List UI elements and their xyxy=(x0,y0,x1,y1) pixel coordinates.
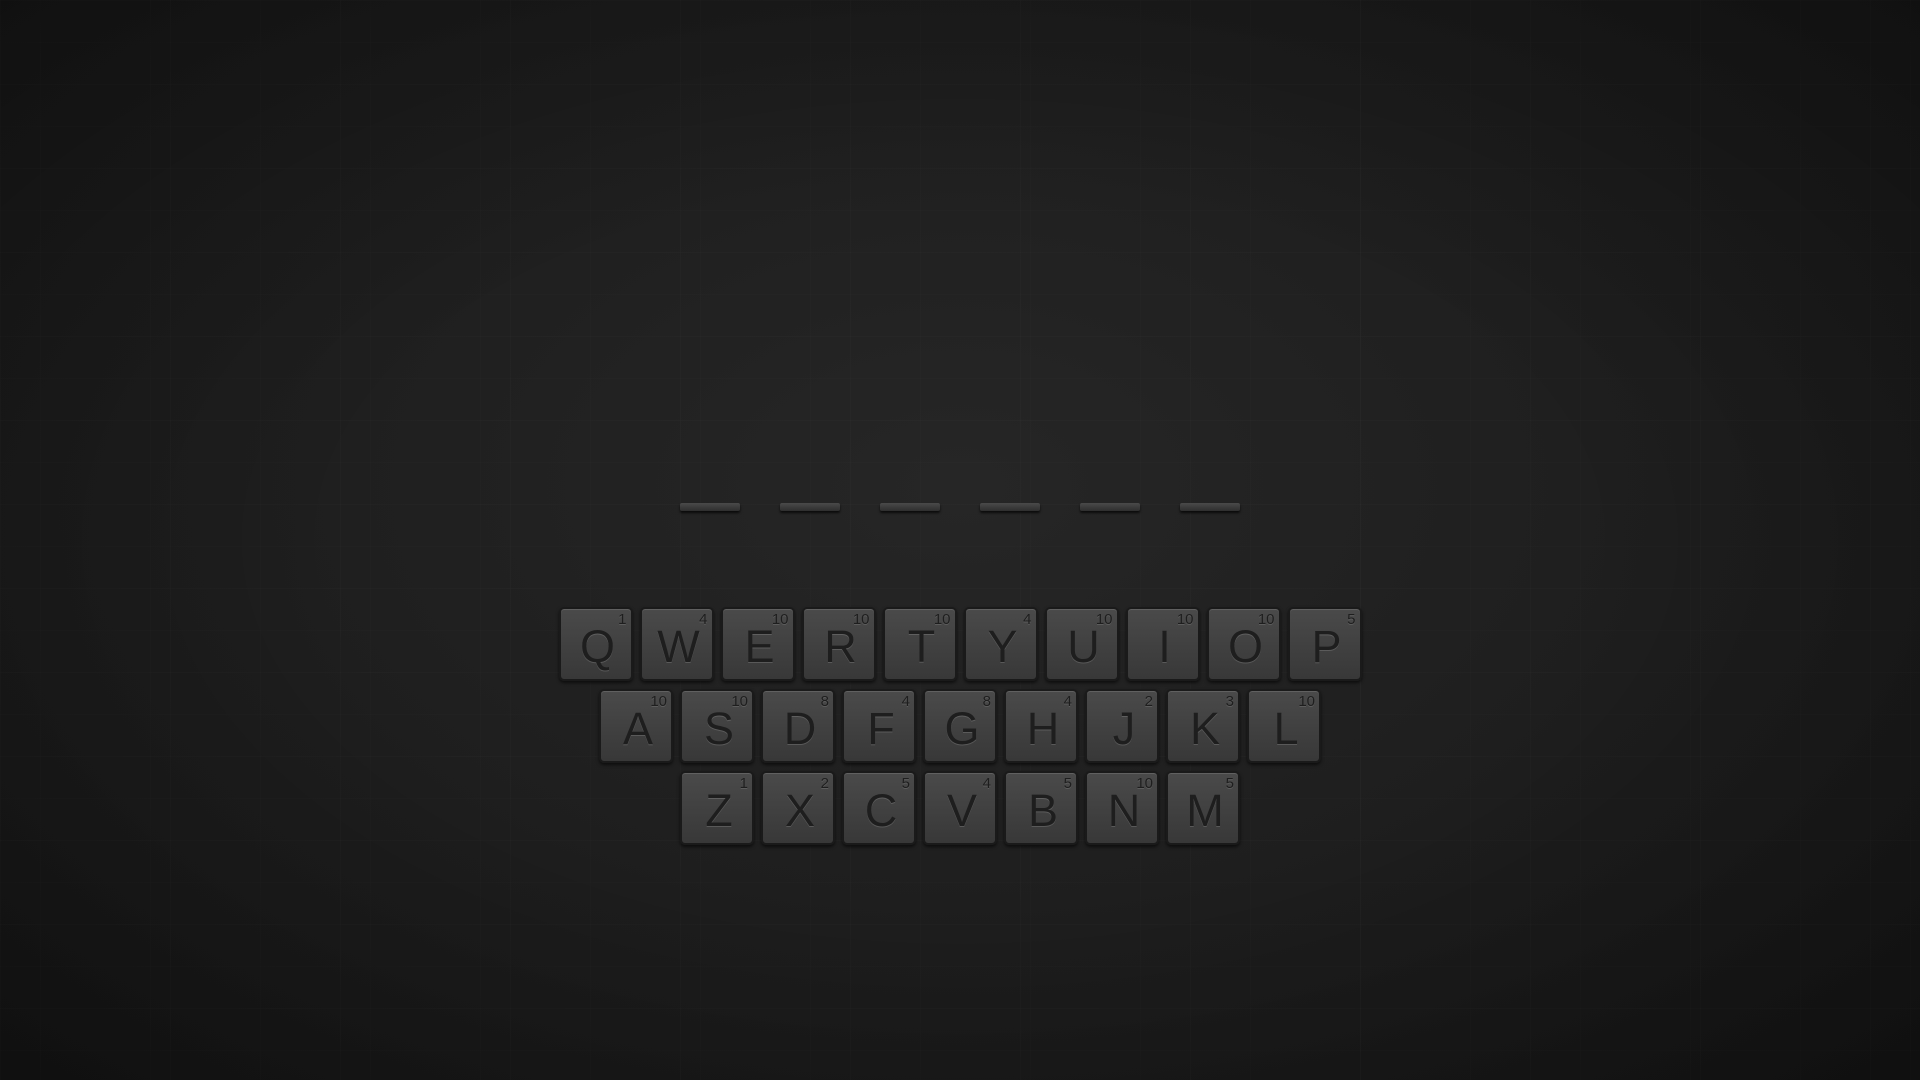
key-d[interactable]: D8 xyxy=(761,689,835,763)
key-z[interactable]: Z1 xyxy=(680,771,754,845)
key-m[interactable]: M5 xyxy=(1166,771,1240,845)
key-letter: I xyxy=(1158,621,1171,672)
key-letter: R xyxy=(824,621,857,672)
key-points: 1 xyxy=(618,611,627,628)
word-slot xyxy=(1080,503,1140,511)
key-n[interactable]: N 10 xyxy=(1085,771,1159,845)
key-w[interactable]: W4 xyxy=(639,607,714,681)
key-letter: F xyxy=(867,703,895,754)
key-letter: M xyxy=(1186,785,1224,836)
key-points: 8 xyxy=(820,693,829,710)
key-points: 4 xyxy=(699,611,708,628)
key-letter: B xyxy=(1027,785,1058,836)
key-p[interactable]: P5 xyxy=(1287,607,1362,681)
word-slot xyxy=(880,503,940,511)
word-slot xyxy=(680,503,740,511)
key-points: 1 xyxy=(739,775,748,792)
key-k[interactable]: K3 xyxy=(1166,689,1240,763)
key-letter: N xyxy=(1107,785,1141,836)
key-points: 10 xyxy=(1095,611,1113,628)
keyboard-row-2: A 10 S 10 D8 F4 G8 H4 J2 K3 L 10 xyxy=(0,689,1920,763)
key-h[interactable]: H4 xyxy=(1004,689,1078,763)
key-q[interactable]: Q1 xyxy=(558,607,633,681)
key-b[interactable]: B5 xyxy=(1004,771,1078,845)
key-j[interactable]: J2 xyxy=(1085,689,1159,763)
word-slot xyxy=(1180,503,1240,511)
key-letter: Y xyxy=(987,621,1018,672)
key-letter: O xyxy=(1227,621,1263,672)
key-points: 8 xyxy=(982,693,991,710)
key-e[interactable]: E 10 xyxy=(720,607,795,681)
background-vignette xyxy=(0,0,1920,1080)
key-letter: E xyxy=(744,621,775,672)
key-letter: V xyxy=(946,785,977,836)
key-points: 2 xyxy=(1144,693,1153,710)
key-a[interactable]: A 10 xyxy=(599,689,673,763)
key-letter: Z xyxy=(705,785,733,836)
key-letter: W xyxy=(657,621,700,672)
key-points: 5 xyxy=(1225,775,1234,792)
key-points: 10 xyxy=(1257,611,1275,628)
key-points: 10 xyxy=(771,611,789,628)
key-points: 4 xyxy=(901,693,910,710)
key-points: 10 xyxy=(852,611,870,628)
key-letter: A xyxy=(622,703,653,754)
key-points: 10 xyxy=(1176,611,1194,628)
key-v[interactable]: V4 xyxy=(923,771,997,845)
word-slots xyxy=(0,503,1920,511)
key-l[interactable]: L 10 xyxy=(1247,689,1321,763)
background-pattern xyxy=(0,0,1920,1080)
key-points: 4 xyxy=(1023,611,1032,628)
key-points: 10 xyxy=(650,693,667,710)
key-g[interactable]: G8 xyxy=(923,689,997,763)
key-letter: C xyxy=(864,785,898,836)
word-slot xyxy=(780,503,840,511)
key-letter: U xyxy=(1067,621,1100,672)
key-r[interactable]: R 10 xyxy=(801,607,876,681)
key-points: 5 xyxy=(1063,775,1072,792)
key-points: 10 xyxy=(1136,775,1153,792)
key-i[interactable]: I 10 xyxy=(1125,607,1200,681)
key-c[interactable]: C5 xyxy=(842,771,916,845)
key-t[interactable]: T 10 xyxy=(882,607,957,681)
key-letter: Q xyxy=(579,621,615,672)
key-points: 5 xyxy=(1347,611,1356,628)
key-u[interactable]: U 10 xyxy=(1044,607,1119,681)
key-letter: K xyxy=(1189,703,1220,754)
key-f[interactable]: F4 xyxy=(842,689,916,763)
key-points: 3 xyxy=(1225,693,1234,710)
key-points: 5 xyxy=(901,775,910,792)
key-points: 2 xyxy=(820,775,829,792)
key-points: 10 xyxy=(933,611,951,628)
keyboard-row-3: Z1 X2 C5 V4 B5 N 10 M5 xyxy=(0,771,1920,845)
background-pattern-offset xyxy=(0,0,1920,1080)
key-letter: D xyxy=(783,703,817,754)
key-letter: L xyxy=(1273,703,1299,754)
key-y[interactable]: Y4 xyxy=(963,607,1038,681)
key-letter: J xyxy=(1112,703,1136,754)
key-s[interactable]: S 10 xyxy=(680,689,754,763)
key-letter: S xyxy=(703,703,734,754)
key-letter: P xyxy=(1311,621,1342,672)
key-points: 10 xyxy=(731,693,748,710)
key-points: 4 xyxy=(1063,693,1072,710)
key-o[interactable]: O 10 xyxy=(1206,607,1281,681)
key-letter: X xyxy=(784,785,815,836)
letter-keyboard: Q1 W4 E 10 R 10 T 10 Y4 U 10 I 10 O 10 P5 A 10 … xyxy=(0,607,1920,853)
key-letter: H xyxy=(1026,703,1060,754)
key-letter: T xyxy=(907,621,936,672)
key-points: 10 xyxy=(1298,693,1315,710)
key-letter: G xyxy=(944,703,980,754)
key-points: 4 xyxy=(982,775,991,792)
key-x[interactable]: X2 xyxy=(761,771,835,845)
keyboard-row-1: Q1 W4 E 10 R 10 T 10 Y4 U 10 I 10 O 10 P5 xyxy=(0,607,1920,681)
word-slot xyxy=(980,503,1040,511)
